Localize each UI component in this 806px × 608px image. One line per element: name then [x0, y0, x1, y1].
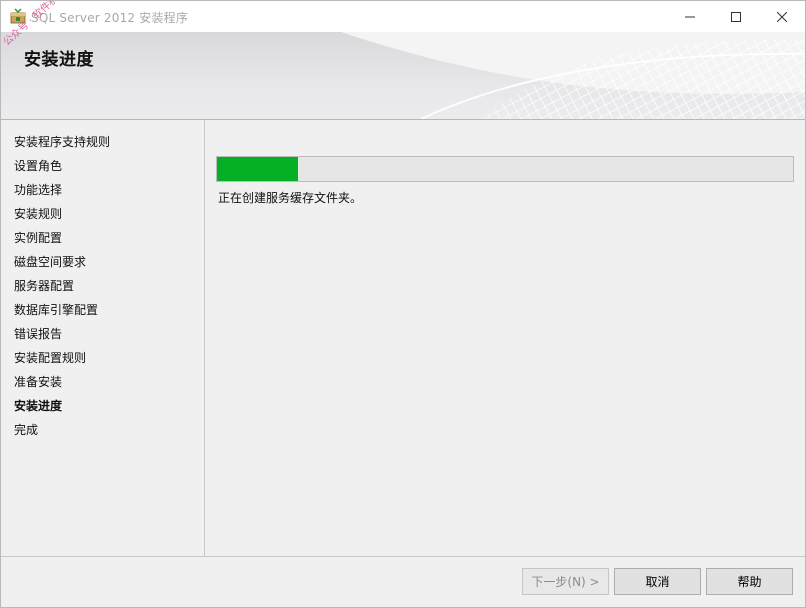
- close-icon: [777, 11, 787, 22]
- nav-item-complete[interactable]: 完成: [14, 421, 38, 438]
- progress-status-text: 正在创建服务缓存文件夹。: [218, 191, 363, 205]
- banner-decoration: [341, 32, 805, 119]
- nav-item-error-reporting[interactable]: 错误报告: [14, 325, 62, 342]
- nav-item-instance-configuration[interactable]: 实例配置: [14, 229, 62, 246]
- progress-fill: [217, 157, 298, 181]
- title-bar[interactable]: SQL Server 2012 安装程序: [1, 1, 805, 32]
- nav-item-disk-space[interactable]: 磁盘空间要求: [14, 253, 86, 270]
- window-title: SQL Server 2012 安装程序: [31, 11, 189, 25]
- step-navigation: 安装程序支持规则 设置角色 功能选择 安装规则 实例配置 磁盘空间要求 服务器配…: [1, 120, 204, 556]
- nav-item-setup-role[interactable]: 设置角色: [14, 157, 62, 174]
- header-banner: 安装进度: [1, 32, 805, 119]
- maximize-icon: [731, 11, 741, 22]
- nav-item-installation-rules[interactable]: 安装规则: [14, 205, 62, 222]
- nav-item-config-rules[interactable]: 安装配置规则: [14, 349, 86, 366]
- footer-bar: 下一步(N) > 取消 帮助: [1, 557, 805, 607]
- nav-item-setup-support-rules[interactable]: 安装程序支持规则: [14, 133, 110, 150]
- help-button[interactable]: 帮助: [706, 568, 793, 595]
- nav-item-feature-selection[interactable]: 功能选择: [14, 181, 62, 198]
- setup-window: SQL Server 2012 安装程序 安装进度 公众号 · 软件机构 安装程…: [0, 0, 806, 608]
- cancel-button[interactable]: 取消: [614, 568, 701, 595]
- content-panel: 正在创建服务缓存文件夹。: [205, 120, 805, 556]
- nav-item-database-engine[interactable]: 数据库引擎配置: [14, 301, 98, 318]
- minimize-button[interactable]: [667, 1, 713, 32]
- page-title: 安装进度: [24, 50, 94, 70]
- nav-item-ready-to-install[interactable]: 准备安装: [14, 373, 62, 390]
- minimize-icon: [685, 16, 695, 17]
- nav-item-server-configuration[interactable]: 服务器配置: [14, 277, 74, 294]
- maximize-button[interactable]: [713, 1, 759, 32]
- nav-item-installation-progress[interactable]: 安装进度: [14, 397, 62, 414]
- install-progress-bar: [216, 156, 794, 182]
- next-button[interactable]: 下一步(N) >: [522, 568, 609, 595]
- close-button[interactable]: [759, 1, 805, 32]
